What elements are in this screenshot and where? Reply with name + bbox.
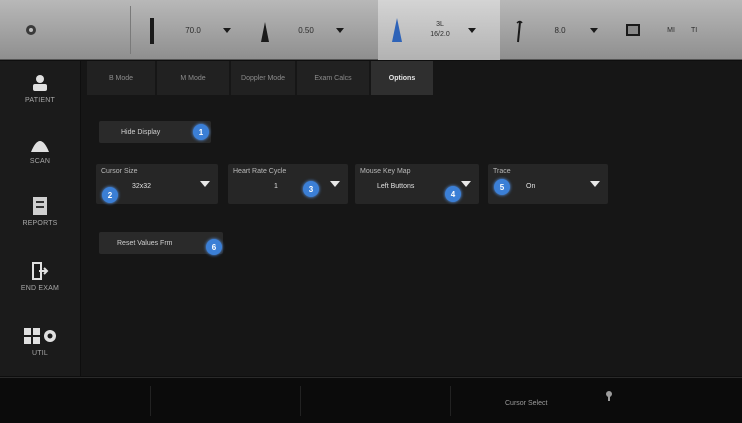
chevron-down-icon — [461, 181, 471, 187]
heart-rate-cycle-label: Heart Rate Cycle — [233, 168, 287, 175]
heart-rate-cycle-select[interactable]: Heart Rate Cycle 1 — [228, 164, 348, 204]
callout-badge: 4 — [445, 186, 461, 202]
probe-icon — [390, 16, 404, 44]
frequency-value: 8.0 — [554, 25, 566, 35]
display-icon — [626, 24, 640, 36]
tab-b-mode[interactable]: B Mode — [87, 61, 155, 95]
trackball-icon — [606, 391, 612, 401]
tab-options[interactable]: Options — [371, 61, 433, 95]
sidebar-item-label: PATIENT — [25, 97, 55, 104]
callout-badge: 5 — [494, 179, 510, 195]
status-text: Cursor Select — [505, 400, 548, 407]
home-gear-icon — [26, 25, 36, 35]
top-toolbar: 70.0 0.50 3L 16/2.0 8.0 MI TI — [0, 0, 742, 60]
chevron-down-icon — [590, 181, 600, 187]
patient-icon — [33, 75, 47, 91]
probe-value-line2: 16/2.0 — [430, 31, 450, 38]
sidebar: PATIENT SCAN REPORTS END EXAM UTIL — [0, 61, 80, 376]
chevron-down-icon — [200, 181, 210, 187]
heart-rate-cycle-value: 1 — [274, 183, 278, 190]
focus-icon — [258, 16, 272, 44]
cursor-size-label: Cursor Size — [101, 168, 138, 175]
exit-icon — [32, 262, 49, 280]
hide-display-label: Hide Display — [121, 128, 161, 136]
sidebar-item-label: UTIL — [32, 350, 48, 357]
sidebar-item-end-exam[interactable]: END EXAM — [0, 261, 80, 292]
probe-value-line1: 3L — [436, 21, 444, 28]
sidebar-item-reports[interactable]: REPORTS — [0, 196, 80, 227]
trace-value: On — [526, 183, 536, 190]
cursor-size-value: 32x32 — [132, 183, 152, 190]
callout-badge: 6 — [206, 239, 222, 255]
sidebar-item-patient[interactable]: PATIENT — [0, 73, 80, 104]
sidebar-item-scan[interactable]: SCAN — [0, 136, 80, 165]
depth-icon — [145, 16, 159, 44]
depth-value: 70.0 — [185, 25, 201, 35]
probe-value: 3L 16/2.0 — [418, 20, 462, 40]
tab-doppler-mode[interactable]: Doppler Mode — [231, 61, 295, 95]
frequency-control[interactable]: 8.0 — [512, 0, 616, 60]
mouse-key-map-select[interactable]: Mouse Key Map Left Buttons — [355, 164, 479, 204]
chevron-down-icon[interactable] — [468, 27, 476, 33]
chevron-down-icon[interactable] — [590, 27, 598, 33]
sidebar-item-util[interactable]: UTIL — [0, 326, 80, 357]
callout-badge: 1 — [193, 124, 209, 140]
mi-readout: MI TI — [625, 0, 742, 60]
mouse-key-map-value: Left Buttons — [377, 183, 415, 190]
options-panel: B Mode M Mode Doppler Mode Exam Calcs Op… — [81, 61, 742, 376]
reports-icon — [33, 197, 47, 215]
grid-gear-icon — [24, 328, 56, 344]
toolbar-divider — [130, 6, 131, 54]
sidebar-item-label: END EXAM — [20, 285, 60, 292]
status-divider — [150, 386, 151, 416]
mi-value: MI — [667, 26, 675, 34]
mouse-key-map-label: Mouse Key Map — [360, 168, 411, 175]
depth-control[interactable]: 70.0 — [145, 0, 245, 60]
tab-m-mode[interactable]: M Mode — [157, 61, 229, 95]
probe-control[interactable]: 3L 16/2.0 — [378, 0, 500, 60]
chevron-down-icon[interactable] — [336, 27, 344, 33]
status-divider — [300, 386, 301, 416]
status-bar: Cursor Select — [0, 377, 742, 423]
status-divider — [450, 386, 451, 416]
ti-label: TI — [691, 26, 698, 34]
frequency-icon — [512, 16, 526, 44]
scan-icon — [31, 141, 49, 152]
callout-badge: 2 — [102, 187, 118, 203]
reset-values-button[interactable]: Reset Values Frm — [99, 232, 223, 254]
callout-badge: 3 — [303, 181, 319, 197]
mode-tabs: B Mode M Mode Doppler Mode Exam Calcs Op… — [87, 61, 435, 95]
home-button[interactable] — [0, 0, 62, 60]
tab-exam-calcs[interactable]: Exam Calcs — [297, 61, 369, 95]
focus-value: 0.50 — [298, 25, 314, 35]
chevron-down-icon — [330, 181, 340, 187]
sidebar-item-label: SCAN — [29, 158, 51, 165]
trace-label: Trace — [493, 168, 511, 175]
sidebar-item-label: REPORTS — [22, 220, 58, 227]
focus-control[interactable]: 0.50 — [258, 0, 370, 60]
reset-values-label: Reset Values Frm — [117, 239, 173, 247]
chevron-down-icon[interactable] — [223, 27, 231, 33]
